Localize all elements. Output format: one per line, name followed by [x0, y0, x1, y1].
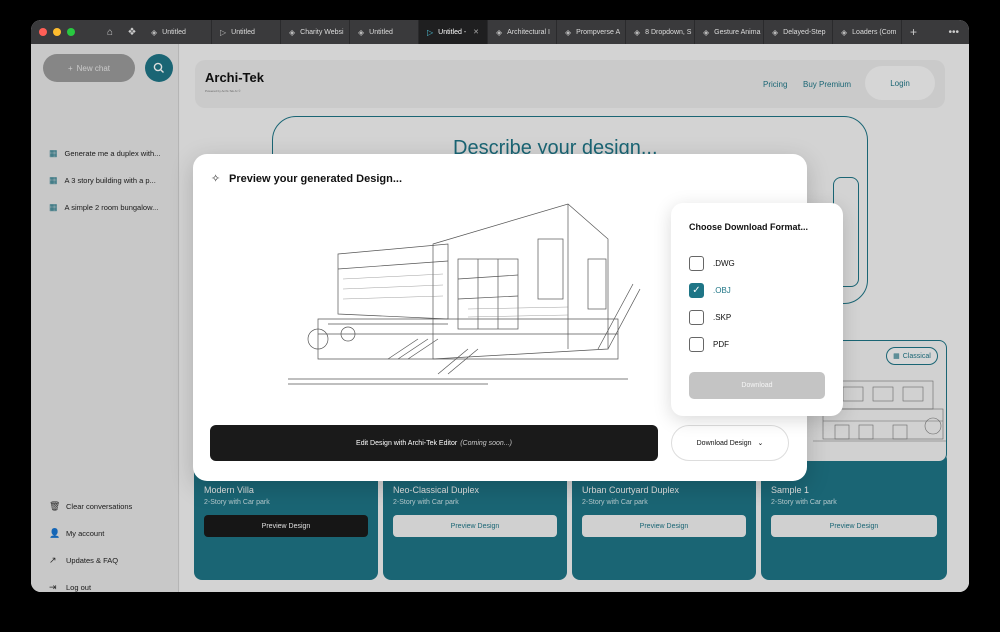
tab-label: Untitled: [231, 28, 255, 36]
browser-tab[interactable]: ◈ Untitled: [143, 20, 212, 44]
browser-tab[interactable]: ◈ Charity Websi: [281, 20, 350, 44]
tab-label: Untitled: [369, 28, 393, 36]
format-option-dwg[interactable]: .DWG: [689, 256, 735, 271]
figma-file-icon: ◈: [151, 27, 158, 37]
tab-bar: ⌂ ❖ ◈ Untitled ▷ Untitled ◈ Charity Websi ◈…: [31, 20, 969, 44]
tab-label: Delayed-Step: [783, 28, 826, 36]
tab-label: Architectural I: [507, 28, 550, 36]
format-label: .SKP: [713, 313, 732, 322]
browser-tab[interactable]: ◈ Untitled: [350, 20, 419, 44]
format-option-obj[interactable]: ✓ .OBJ: [689, 283, 731, 298]
figma-icon[interactable]: ❖: [121, 27, 143, 38]
download-design-button[interactable]: Download Design ⌄: [671, 425, 789, 461]
edit-design-button[interactable]: Edit Design with Archi-Tek Editor (Coming…: [210, 425, 658, 461]
browser-tab[interactable]: ▷ Untitled: [212, 20, 281, 44]
format-option-pdf[interactable]: PDF: [689, 337, 729, 352]
format-label: PDF: [713, 340, 729, 349]
browser-tab[interactable]: ◈ Loaders (Com: [833, 20, 902, 44]
download-design-label: Download Design: [696, 439, 752, 447]
figma-file-icon: ◈: [841, 27, 848, 37]
format-label: .OBJ: [713, 286, 731, 295]
figma-file-icon: ◈: [358, 27, 365, 37]
tab-label: Loaders (Com: [852, 28, 897, 36]
format-option-skp[interactable]: .SKP: [689, 310, 731, 325]
browser-tab[interactable]: ◈ 8 Dropdown, S: [626, 20, 695, 44]
play-icon: ▷: [220, 27, 227, 37]
figma-file-icon: ◈: [565, 27, 572, 37]
coming-soon-note: (Coming soon...): [460, 439, 512, 447]
close-tab-icon[interactable]: ✕: [473, 28, 479, 36]
modal-title: Preview your generated Design...: [229, 173, 403, 185]
format-label: .DWG: [713, 259, 735, 268]
checkbox[interactable]: [689, 256, 704, 271]
browser-tab[interactable]: ◈ Delayed-Step: [764, 20, 833, 44]
tab-label: Untitled: [162, 28, 186, 36]
tab-label: 8 Dropdown, S: [645, 28, 692, 36]
figma-file-icon: ◈: [703, 27, 710, 37]
figma-file-icon: ◈: [634, 27, 641, 37]
sparkle-icon: ✧: [211, 173, 221, 185]
figma-file-icon: ◈: [496, 27, 503, 37]
checkbox[interactable]: [689, 337, 704, 352]
chevron-down-icon: ⌄: [757, 440, 764, 447]
play-icon: ▷: [427, 27, 434, 37]
building-sketch: [288, 203, 641, 385]
figma-file-icon: ◈: [772, 27, 779, 37]
minimize-window-button[interactable]: [53, 28, 61, 36]
browser-tab[interactable]: ◈ Prompverse A: [557, 20, 626, 44]
edit-label: Edit Design with Archi-Tek Editor: [356, 439, 458, 447]
format-panel-title: Choose Download Format...: [689, 222, 809, 232]
home-icon[interactable]: ⌂: [99, 27, 121, 38]
checkbox-checked[interactable]: ✓: [689, 283, 704, 298]
browser-tab-active[interactable]: ▷ Untitled - ✕: [419, 20, 488, 44]
new-tab-icon[interactable]: +: [910, 25, 917, 39]
tab-label: Prompverse A: [576, 28, 621, 36]
tab-label: Charity Websi: [300, 28, 344, 36]
browser-tab[interactable]: ◈ Gesture Anima: [695, 20, 764, 44]
more-icon[interactable]: •••: [948, 27, 959, 38]
download-format-panel: Choose Download Format... .DWG ✓ .OBJ .SK…: [671, 203, 843, 416]
download-button[interactable]: Download: [689, 372, 825, 399]
browser-tab[interactable]: ◈ Architectural I: [488, 20, 557, 44]
maximize-window-button[interactable]: [67, 28, 75, 36]
checkbox[interactable]: [689, 310, 704, 325]
figma-file-icon: ◈: [289, 27, 296, 37]
tab-label: Untitled -: [438, 28, 467, 36]
close-window-button[interactable]: [39, 28, 47, 36]
window-controls: [39, 28, 99, 36]
tab-label: Gesture Anima: [714, 28, 761, 36]
